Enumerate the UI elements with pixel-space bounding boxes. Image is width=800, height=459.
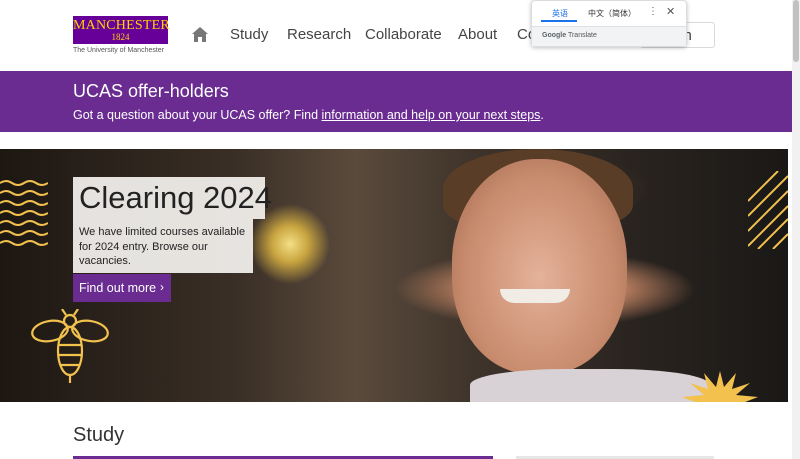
logo-year: 1824 — [111, 32, 130, 42]
google-translate-popup: 英语 中文（简体） ⋮ ✕ Google Translate — [531, 0, 687, 47]
more-options-icon[interactable]: ⋮ — [648, 6, 658, 17]
translate-tab-target[interactable]: 中文（简体） — [588, 8, 636, 19]
ucas-text: Got a question about your UCAS offer? Fi… — [73, 108, 544, 122]
scrollbar-thumb[interactable] — [793, 0, 799, 62]
nav-study[interactable]: Study — [230, 26, 268, 43]
hero-photo-face — [452, 159, 627, 374]
ucas-text-after: . — [540, 108, 544, 122]
translate-product: Translate — [567, 32, 597, 39]
home-icon[interactable] — [191, 26, 209, 43]
ucas-info-link[interactable]: information and help on your next steps — [322, 108, 541, 122]
logo-box: MANCHESTER 1824 — [73, 16, 170, 44]
logo-word: MANCHESTER — [73, 18, 170, 33]
translate-brand: Google — [542, 32, 567, 39]
hero-photo-shirt — [470, 369, 710, 402]
hero-photo-smile — [500, 289, 570, 303]
find-out-more-label: Find out more — [79, 281, 157, 295]
hero-title-box: Clearing 2024 — [73, 177, 272, 219]
hero-description: We have limited courses available for 20… — [73, 219, 253, 273]
wave-pattern-icon — [0, 180, 48, 246]
university-logo[interactable]: MANCHESTER 1824 The University of Manche… — [73, 16, 170, 54]
hero-banner: Clearing 2024 We have limited courses av… — [0, 149, 788, 402]
nav-research[interactable]: Research — [287, 26, 351, 43]
ucas-banner: UCAS offer-holders Got a question about … — [0, 71, 796, 132]
translate-footer: Google Translate — [532, 26, 686, 46]
study-section-title: Study — [73, 424, 125, 446]
page-scrollbar[interactable] — [792, 0, 800, 459]
ucas-title: UCAS offer-holders — [73, 81, 229, 101]
find-out-more-button[interactable]: Find out more › — [73, 274, 171, 302]
nav-about[interactable]: About — [458, 26, 497, 43]
chevron-right-icon: › — [160, 280, 164, 294]
bee-icon — [31, 309, 109, 383]
stripe-pattern-icon — [748, 171, 788, 249]
close-icon[interactable]: ✕ — [666, 5, 675, 18]
logo-subtitle: The University of Manchester — [73, 47, 165, 54]
nav-collaborate[interactable]: Collaborate — [365, 26, 442, 43]
translate-tab-underline — [541, 20, 577, 22]
ucas-text-before: Got a question about your UCAS offer? Fi… — [73, 108, 322, 122]
hero-title: Clearing 2024 — [79, 180, 273, 215]
sun-icon — [682, 371, 758, 402]
translate-tab-source[interactable]: 英语 — [552, 8, 568, 19]
page: MANCHESTER 1824 The University of Manche… — [0, 0, 800, 459]
